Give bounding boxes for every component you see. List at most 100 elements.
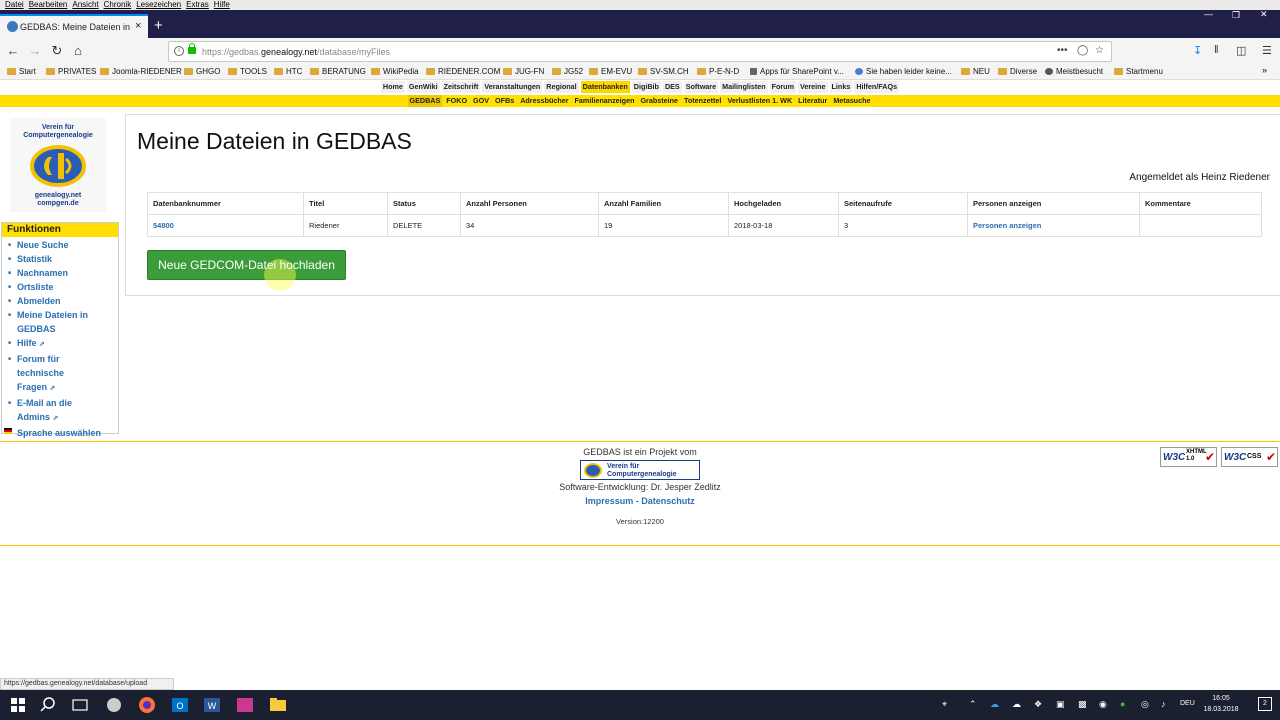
tray-app-icon[interactable]: ▣: [1056, 699, 1065, 710]
nav-item-genwiki[interactable]: GenWiki: [406, 81, 440, 93]
dropbox-icon[interactable]: ❖: [1034, 699, 1042, 710]
lock-icon[interactable]: [188, 43, 196, 54]
new-tab-button[interactable]: +: [154, 17, 163, 34]
minimize-icon[interactable]: —: [1204, 9, 1213, 19]
bookmark-item[interactable]: PRIVATES: [46, 67, 96, 76]
outlook-icon[interactable]: O: [170, 695, 190, 715]
vfc-footer-logo[interactable]: Verein für Computergenealogie: [580, 460, 700, 480]
close-window-icon[interactable]: ✕: [1260, 9, 1268, 20]
bookmark-item[interactable]: BERATUNG: [310, 67, 366, 76]
show-persons-link[interactable]: Personen anzeigen: [973, 221, 1041, 230]
library-icon[interactable]: ‖: [1214, 44, 1219, 56]
nav-item-mailinglisten[interactable]: Mailinglisten: [720, 81, 768, 93]
subnav-item-totenzettel[interactable]: Totenzettel: [682, 95, 724, 107]
people-icon[interactable]: ⌖: [942, 699, 947, 710]
bookmark-item[interactable]: GHGO: [184, 67, 220, 76]
sidebar-item-neue-suche[interactable]: Neue Suche: [2, 238, 118, 252]
menu-icon[interactable]: ☰: [1262, 44, 1272, 57]
app-icon[interactable]: [235, 695, 255, 715]
bookmark-item[interactable]: SV-SM.CH: [638, 67, 689, 76]
reload-button[interactable]: ↻: [48, 42, 66, 60]
sidebar-item-forum[interactable]: Forum für technische Fragen ⇗: [2, 352, 92, 396]
page-actions-icon[interactable]: •••: [1057, 45, 1068, 56]
clock[interactable]: 16:05 18.03.2018: [1196, 693, 1246, 715]
nav-item-home[interactable]: Home: [380, 81, 405, 93]
task-view-icon[interactable]: [70, 695, 90, 715]
nav-item-zeitschrift[interactable]: Zeitschrift: [441, 81, 481, 93]
bookmark-item[interactable]: JG52: [552, 67, 583, 76]
subnav-item-gov[interactable]: GOV: [471, 95, 492, 107]
bookmark-item[interactable]: Sie haben leider keine...: [855, 67, 952, 76]
bookmark-item[interactable]: Apps für SharePoint v...: [750, 67, 844, 76]
bookmark-item[interactable]: EM-EVU: [589, 67, 632, 76]
menu-chronik[interactable]: Chronik: [104, 0, 132, 9]
network-icon[interactable]: ◎: [1141, 699, 1149, 710]
menu-datei[interactable]: Datei: [5, 0, 24, 9]
menu-bearbeiten[interactable]: Bearbeiten: [29, 0, 68, 9]
w3c-css-badge[interactable]: W3C CSS ✔: [1221, 447, 1278, 467]
subnav-item-metasuche[interactable]: Metasuche: [831, 95, 873, 107]
bookmark-item[interactable]: Start: [7, 67, 36, 76]
nav-item-regional[interactable]: Regional: [544, 81, 579, 93]
bookmark-item[interactable]: P-E-N-D: [697, 67, 739, 76]
bookmark-item[interactable]: HTC: [274, 67, 302, 76]
bookmark-star-icon[interactable]: ☆: [1095, 45, 1104, 56]
bookmark-item[interactable]: RIEDENER.COM: [426, 67, 500, 76]
subnav-item-ofbs[interactable]: OFBs: [493, 95, 517, 107]
tray-app-icon[interactable]: ◉: [1099, 699, 1107, 710]
nav-item-software[interactable]: Software: [683, 81, 719, 93]
subnav-item-foko[interactable]: FOKO: [444, 95, 470, 107]
sidebar-item-sprache[interactable]: Sprache auswählen: [2, 426, 118, 440]
bookmark-item[interactable]: JUG-FN: [503, 67, 544, 76]
file-explorer-icon[interactable]: [268, 695, 288, 715]
bookmark-item[interactable]: WikiPedia: [371, 67, 419, 76]
bookmark-item[interactable]: Diverse: [998, 67, 1037, 76]
bookmark-item[interactable]: Meistbesucht: [1045, 67, 1103, 76]
datenschutz-link[interactable]: Datenschutz: [641, 496, 695, 506]
info-icon[interactable]: i: [174, 46, 184, 56]
app-icon[interactable]: [104, 695, 124, 715]
sidebar-item-meine-dateien[interactable]: Meine Dateien in GEDBAS: [2, 308, 102, 336]
sidebar-toggle-icon[interactable]: ◫: [1236, 44, 1246, 57]
tray-app-icon[interactable]: ▩: [1078, 699, 1087, 710]
database-number-link[interactable]: 54800: [153, 221, 174, 230]
pocket-icon[interactable]: ◯: [1077, 45, 1088, 56]
nav-item-vereine[interactable]: Vereine: [797, 81, 828, 93]
sidebar-item-abmelden[interactable]: Abmelden: [2, 294, 118, 308]
bookmarks-overflow-icon[interactable]: »: [1262, 65, 1267, 75]
restore-icon[interactable]: ❐: [1232, 10, 1240, 21]
subnav-item-gedbas[interactable]: GEDBAS: [407, 95, 443, 107]
nav-item-datenbanken[interactable]: Datenbanken: [580, 81, 630, 93]
home-button[interactable]: ⌂: [69, 42, 87, 60]
sidebar-item-email-admins[interactable]: E-Mail an die Admins ⇗: [2, 396, 92, 426]
bookmark-item[interactable]: NEU: [961, 67, 990, 76]
sidebar-item-ortsliste[interactable]: Ortsliste: [2, 280, 118, 294]
menu-extras[interactable]: Extras: [186, 0, 209, 9]
word-icon[interactable]: W: [202, 695, 222, 715]
tab-active[interactable]: GEDBAS: Meine Dateien in GEDBAS ×: [0, 14, 148, 38]
search-icon[interactable]: [38, 695, 58, 715]
bookmark-item[interactable]: TOOLS: [228, 67, 267, 76]
volume-icon[interactable]: ♪: [1161, 699, 1166, 709]
notification-center-icon[interactable]: 2: [1258, 697, 1272, 711]
onedrive-icon[interactable]: ☁: [990, 699, 999, 710]
close-tab-icon[interactable]: ×: [135, 20, 141, 32]
downloads-icon[interactable]: ↧: [1193, 44, 1202, 57]
site-logo[interactable]: Verein für Computergenealogie genealogy.…: [10, 118, 106, 212]
sidebar-item-statistik[interactable]: Statistik: [2, 252, 118, 266]
nav-item-hilfen-faqs[interactable]: Hilfen/FAQs: [854, 81, 900, 93]
menu-hilfe[interactable]: Hilfe: [214, 0, 230, 9]
nav-item-links[interactable]: Links: [829, 81, 853, 93]
subnav-item-literatur[interactable]: Literatur: [796, 95, 830, 107]
back-button[interactable]: ←: [4, 42, 22, 60]
firefox-icon[interactable]: [137, 695, 157, 715]
cloud-icon[interactable]: ☁: [1012, 699, 1021, 710]
impressum-link[interactable]: Impressum: [585, 496, 633, 506]
subnav-item-grabsteine[interactable]: Grabsteine: [638, 95, 681, 107]
nav-item-forum[interactable]: Forum: [769, 81, 796, 93]
subnav-item-familienanzeigen[interactable]: Familienanzeigen: [572, 95, 637, 107]
forward-button[interactable]: →: [26, 42, 44, 60]
security-icon[interactable]: ●: [1120, 699, 1125, 709]
subnav-item-verlustlisten-1-wk[interactable]: Verlustlisten 1. WK: [725, 95, 795, 107]
sidebar-item-hilfe[interactable]: Hilfe ⇗: [2, 336, 118, 352]
